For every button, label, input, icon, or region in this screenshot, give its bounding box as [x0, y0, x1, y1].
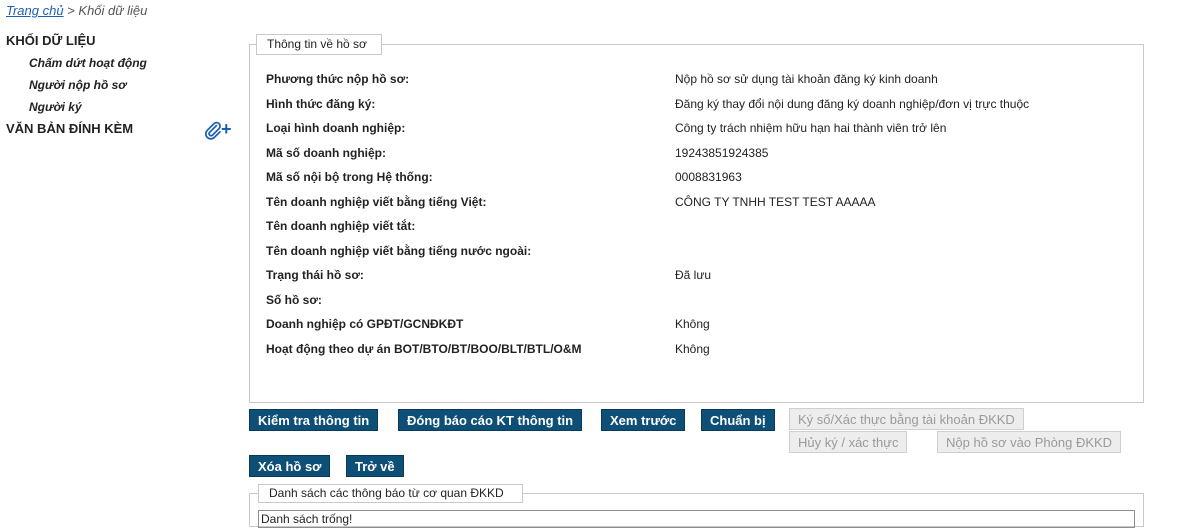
- info-value: Nộp hồ sơ sử dụng tài khoản đăng ký kinh…: [675, 72, 938, 86]
- info-value: Không: [675, 341, 710, 356]
- submit-to-office-button[interactable]: Nộp hồ sơ vào Phòng ĐKKD: [937, 431, 1122, 453]
- info-label: Hình thức đăng ký:: [266, 96, 376, 111]
- record-info-panel: Thông tin về hồ sơ Phương thức nộp hồ sơ…: [249, 34, 1144, 403]
- delete-record-button[interactable]: Xóa hồ sơ: [249, 455, 331, 477]
- sign-verify-button[interactable]: Ký số/Xác thực bằng tài khoản ĐKKD: [789, 408, 1024, 430]
- info-value: Đã lưu: [675, 268, 712, 282]
- info-label: Số hồ sơ:: [266, 292, 322, 307]
- info-row-bot-project: Hoạt động theo dự án BOT/BTO/BT/BOO/BLT/…: [266, 337, 1126, 362]
- info-row-submission-method: Phương thức nộp hồ sơ: Nộp hồ sơ sử dụng…: [266, 67, 1126, 92]
- cancel-sign-button[interactable]: Hủy ký / xác thực: [789, 431, 908, 453]
- breadcrumb-current: Khối dữ liệu: [78, 3, 148, 18]
- info-label: Loại hình doanh nghiệp:: [266, 121, 406, 135]
- info-label: Tên doanh nghiệp viết tắt:: [266, 219, 416, 233]
- info-value: Không: [675, 317, 710, 331]
- plus-icon: +: [221, 119, 232, 139]
- info-row-record-number: Số hồ sơ:: [266, 288, 1126, 313]
- info-value: Đăng ký thay đổi nội dung đăng ký doanh …: [675, 96, 1030, 111]
- breadcrumb-home-link[interactable]: Trang chủ: [6, 3, 64, 18]
- back-button[interactable]: Trở về: [346, 455, 404, 477]
- info-label: Doanh nghiệp có GPĐT/GCNĐKĐT: [266, 317, 464, 331]
- paperclip-plus-icon[interactable]: +: [203, 119, 237, 141]
- info-label: Mã số doanh nghiệp:: [266, 145, 386, 160]
- breadcrumb-separator: >: [63, 3, 79, 18]
- sidebar-item-signer[interactable]: Người ký: [0, 96, 245, 118]
- info-label: Tên doanh nghiệp viết bằng tiếng Việt:: [266, 194, 487, 209]
- notices-empty-message: Danh sách trống!: [258, 510, 1135, 528]
- info-value: 19243851924385: [675, 145, 769, 160]
- sidebar-attachments: VĂN BẢN ĐÍNH KÈM +: [0, 118, 245, 140]
- info-value: CÔNG TY TNHH TEST TEST AAAAA: [675, 194, 876, 209]
- info-label: Trạng thái hồ sơ:: [266, 268, 364, 282]
- sidebar: KHỐI DỮ LIỆU Chấm dứt hoạt động Người nộ…: [0, 30, 245, 140]
- prepare-button[interactable]: Chuẩn bị: [701, 409, 775, 431]
- sidebar-heading-data-blocks: KHỐI DỮ LIỆU: [6, 33, 96, 48]
- info-row-short-name: Tên doanh nghiệp viết tắt:: [266, 214, 1126, 239]
- record-info-table: Phương thức nộp hồ sơ: Nộp hồ sơ sử dụng…: [266, 67, 1126, 361]
- info-value: 0008831963: [675, 170, 742, 184]
- check-info-button[interactable]: Kiểm tra thông tin: [249, 409, 379, 431]
- info-row-internal-code: Mã số nội bộ trong Hệ thống: 0008831963: [266, 165, 1126, 190]
- info-label: Mã số nội bộ trong Hệ thống:: [266, 170, 433, 184]
- breadcrumb: Trang chủ > Khối dữ liệu: [6, 3, 147, 18]
- sidebar-item-termination[interactable]: Chấm dứt hoạt động: [0, 52, 245, 74]
- info-label: Hoạt động theo dự án BOT/BTO/BT/BOO/BLT/…: [266, 341, 582, 356]
- info-row-registration-type: Hình thức đăng ký: Đăng ký thay đổi nội …: [266, 92, 1126, 117]
- info-row-record-status: Trạng thái hồ sơ: Đã lưu: [266, 263, 1126, 288]
- notices-legend: Danh sách các thông báo từ cơ quan ĐKKD: [258, 484, 523, 503]
- info-label: Tên doanh nghiệp viết bằng tiếng nước ng…: [266, 243, 532, 258]
- info-value: Công ty trách nhiệm hữu hạn hai thành vi…: [675, 121, 947, 135]
- record-info-legend: Thông tin về hồ sơ: [256, 34, 382, 55]
- sidebar-item-submitter[interactable]: Người nộp hồ sơ: [0, 74, 245, 96]
- info-row-investment-certificate: Doanh nghiệp có GPĐT/GCNĐKĐT Không: [266, 312, 1126, 337]
- info-label: Phương thức nộp hồ sơ:: [266, 72, 410, 86]
- info-row-business-type: Loại hình doanh nghiệp: Công ty trách nh…: [266, 116, 1126, 141]
- notices-panel: Danh sách các thông báo từ cơ quan ĐKKD …: [249, 484, 1144, 528]
- info-row-foreign-name: Tên doanh nghiệp viết bằng tiếng nước ng…: [266, 239, 1126, 264]
- info-row-vietnamese-name: Tên doanh nghiệp viết bằng tiếng Việt: C…: [266, 190, 1126, 215]
- paperclip-icon: [205, 121, 221, 140]
- close-report-button[interactable]: Đóng báo cáo KT thông tin: [398, 409, 583, 431]
- preview-button[interactable]: Xem trước: [601, 409, 686, 431]
- info-row-business-code: Mã số doanh nghiệp: 19243851924385: [266, 141, 1126, 166]
